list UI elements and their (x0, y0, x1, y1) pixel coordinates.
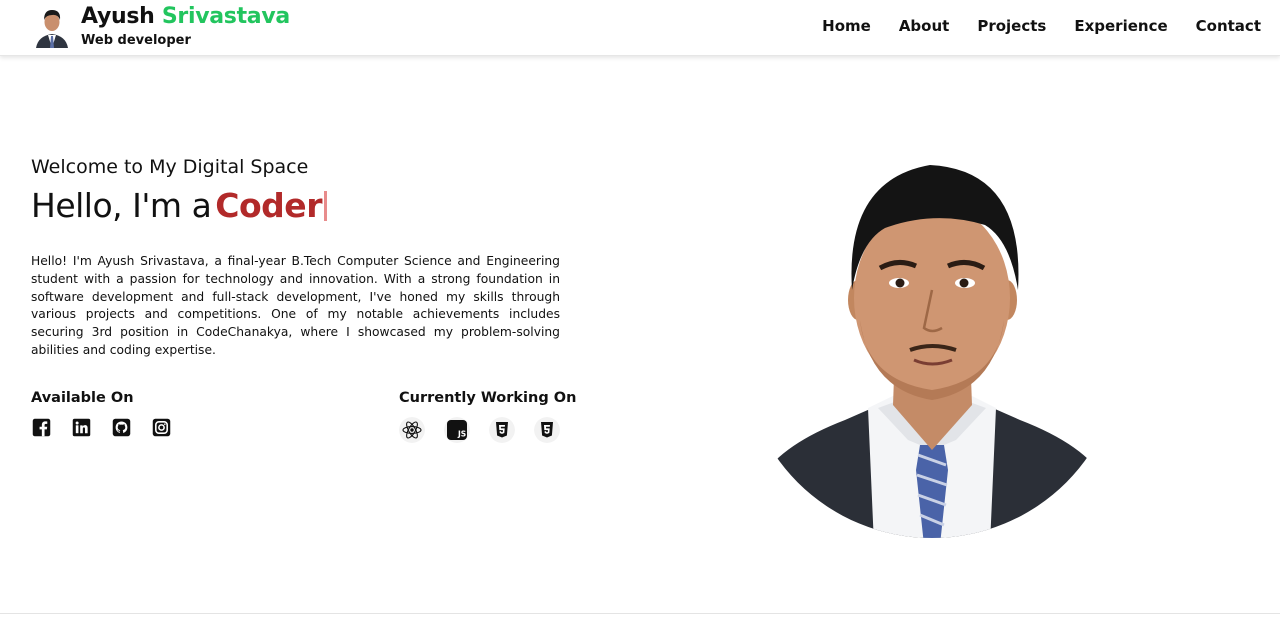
section-divider (0, 613, 1280, 614)
css3-icon (534, 417, 560, 443)
react-icon (399, 417, 425, 443)
available-on-title: Available On (31, 390, 134, 406)
bio-paragraph: Hello! I'm Ayush Srivastava, a final-yea… (31, 254, 560, 357)
social-links (31, 417, 172, 438)
hero-heading: Hello, I'm a Coder (31, 186, 327, 225)
typing-caret (323, 191, 327, 221)
github-icon[interactable] (111, 417, 132, 438)
html5-icon (489, 417, 515, 443)
brand-last-name: Srivastava (161, 4, 290, 29)
nav-projects[interactable]: Projects (977, 17, 1046, 35)
brand-first-name: Ayush (81, 4, 155, 29)
tech-stack: JS (399, 417, 560, 443)
facebook-icon[interactable] (31, 417, 52, 438)
hero-greeting: Hello, I'm a (31, 186, 212, 225)
brand-name[interactable]: Ayush Srivastava (81, 4, 290, 29)
brand-subtitle: Web developer (81, 33, 191, 48)
nav-contact[interactable]: Contact (1196, 17, 1261, 35)
instagram-icon[interactable] (151, 417, 172, 438)
working-on-title: Currently Working On (399, 390, 577, 406)
nav-experience[interactable]: Experience (1074, 17, 1167, 35)
site-header: Ayush Srivastava Web developer Home Abou… (0, 0, 1280, 56)
profile-portrait (760, 165, 1105, 538)
javascript-icon: JS (444, 417, 470, 443)
welcome-text: Welcome to My Digital Space (31, 156, 309, 178)
hero-role: Coder (215, 186, 322, 225)
nav-home[interactable]: Home (822, 17, 871, 35)
main-nav: Home About Projects Experience Contact (822, 17, 1261, 35)
linkedin-icon[interactable] (71, 417, 92, 438)
logo-avatar[interactable] (34, 6, 70, 48)
nav-about[interactable]: About (899, 17, 950, 35)
svg-text:JS: JS (457, 430, 466, 439)
